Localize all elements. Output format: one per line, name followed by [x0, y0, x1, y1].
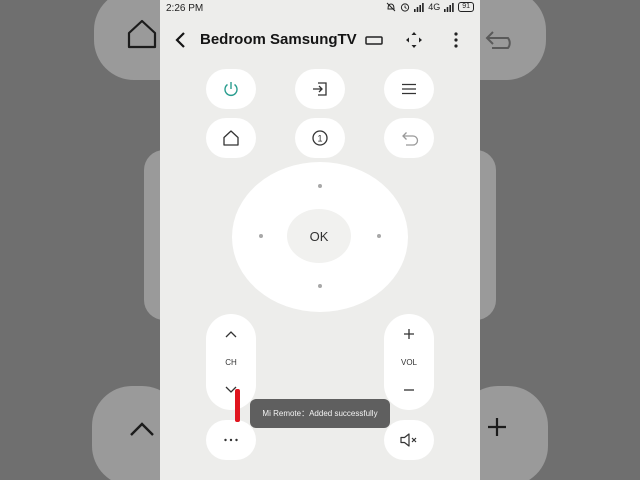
signal-icon-2	[444, 2, 454, 12]
bg-chevron-up-icon	[130, 422, 154, 436]
number-pad-button[interactable]: 1	[295, 118, 345, 158]
status-bar: 2:26 PM 4G 91	[160, 0, 480, 18]
dpad-right-button[interactable]	[377, 234, 381, 238]
signal-icon	[414, 2, 424, 12]
input-source-icon	[313, 82, 327, 96]
bg-home-icon	[127, 19, 157, 49]
number-pad-icon: 1	[312, 130, 328, 146]
red-marker	[235, 389, 240, 422]
phone-screen: 2:26 PM 4G 91 Bedroom SamsungTV 1 OK CH …	[160, 0, 480, 480]
more-button[interactable]	[206, 420, 256, 460]
dpad-up-button[interactable]	[318, 184, 322, 188]
status-time: 2:26 PM	[166, 3, 204, 14]
power-icon	[224, 82, 238, 96]
home-icon	[223, 130, 239, 146]
more-horizontal-icon	[224, 438, 238, 442]
status-icons: 4G 91	[386, 2, 474, 12]
network-type: 4G	[428, 2, 441, 12]
menu-button[interactable]	[384, 69, 434, 109]
return-button[interactable]	[384, 118, 434, 158]
plus-icon[interactable]	[402, 327, 416, 341]
bg-return-icon	[485, 31, 511, 49]
dpad-down-button[interactable]	[318, 284, 322, 288]
minus-icon[interactable]	[402, 383, 416, 397]
return-icon	[402, 132, 419, 146]
power-button[interactable]	[206, 69, 256, 109]
more-vertical-icon[interactable]	[444, 28, 468, 52]
ok-button[interactable]: OK	[287, 209, 351, 263]
channel-control: CH	[206, 314, 256, 410]
dpad: OK	[232, 162, 408, 312]
mute-icon	[400, 433, 417, 447]
dpad-left-button[interactable]	[259, 234, 263, 238]
page-title: Bedroom SamsungTV	[200, 31, 357, 48]
input-source-button[interactable]	[295, 69, 345, 109]
menu-icon	[402, 83, 416, 95]
volume-control: VOL	[384, 314, 434, 410]
battery-level: 91	[458, 2, 474, 12]
back-arrow-icon[interactable]	[170, 28, 192, 52]
toast-message: Mi Remote：Added successfully	[262, 409, 378, 418]
number-pad-badge: 1	[317, 133, 322, 143]
bg-plus-icon	[488, 418, 506, 436]
mute-button[interactable]	[384, 420, 434, 460]
keyboard-icon[interactable]	[362, 28, 386, 52]
ok-label: OK	[309, 228, 329, 244]
dpad-toggle-icon[interactable]	[402, 28, 426, 52]
alarm-icon	[401, 3, 410, 12]
mute-notifications-icon	[386, 2, 396, 12]
app-bar: Bedroom SamsungTV	[160, 22, 480, 58]
volume-label: VOL	[400, 358, 417, 367]
chevron-up-icon[interactable]	[223, 328, 239, 340]
home-button[interactable]	[206, 118, 256, 158]
toast-notification: Mi Remote：Added successfully	[250, 399, 390, 428]
channel-label: CH	[225, 358, 237, 367]
